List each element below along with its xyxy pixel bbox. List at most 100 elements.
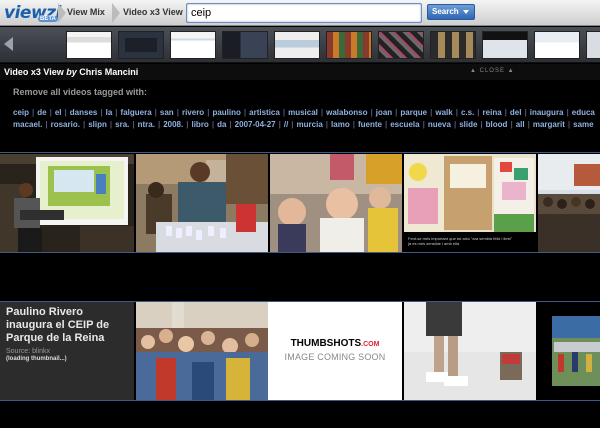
view-thumbnail[interactable]	[66, 31, 112, 59]
view-name: Video x3 View	[4, 67, 64, 77]
tag-link[interactable]: san	[160, 108, 174, 117]
tag-link[interactable]: all	[516, 120, 525, 129]
view-thumbnail[interactable]	[378, 31, 424, 59]
tag-link[interactable]: reina	[483, 108, 502, 117]
tag-link[interactable]: inaugura	[530, 108, 564, 117]
tag-link[interactable]: artistica	[249, 108, 280, 117]
tag-separator: |	[100, 108, 103, 117]
tag-link[interactable]: sra.	[115, 120, 129, 129]
tag-link[interactable]: del	[510, 108, 522, 117]
video-thumbnail[interactable]	[136, 154, 268, 252]
tag-separator: |	[157, 120, 161, 129]
tag-separator: |	[422, 120, 425, 129]
tag-separator: |	[370, 108, 373, 117]
tag-link[interactable]: paulino	[212, 108, 240, 117]
tag-separator: |	[49, 108, 52, 117]
tag-link[interactable]: el	[55, 108, 62, 117]
tag-separator: |	[352, 120, 355, 129]
tag-link[interactable]: blood	[486, 120, 508, 129]
tag-link[interactable]: fuente	[358, 120, 382, 129]
tag-separator: |	[64, 108, 67, 117]
view-author[interactable]: Chris Mancini	[79, 67, 138, 77]
tag-link[interactable]: falguera	[121, 108, 152, 117]
tag-link[interactable]: 2008.	[163, 120, 183, 129]
tag-link[interactable]: educa	[572, 108, 595, 117]
tag-separator: |	[453, 120, 457, 129]
tag-link[interactable]: musical	[288, 108, 318, 117]
nav-view-mix[interactable]: View Mix	[67, 7, 105, 17]
video-title[interactable]: Paulino Rivero inaugura el CEIP de Parqu…	[6, 306, 128, 345]
row-divider	[0, 252, 600, 253]
placeholder-brand-suffix: .COM	[361, 341, 380, 348]
tag-link[interactable]: parque	[400, 108, 427, 117]
tag-link[interactable]: walabonso	[326, 108, 367, 117]
view-thumbnail[interactable]	[326, 31, 372, 59]
view-thumbnail-strip	[0, 27, 600, 63]
video-thumbnail[interactable]	[538, 302, 600, 400]
tag-link[interactable]: walk	[435, 108, 452, 117]
tag-separator: |	[211, 120, 215, 129]
view-thumbnail[interactable]	[534, 31, 580, 59]
video-thumbnail[interactable]	[0, 154, 134, 252]
close-panel-button[interactable]: ▲ CLOSE ▲	[470, 68, 515, 74]
video-source: Source: blinkx	[6, 348, 50, 355]
tag-separator: |	[455, 108, 458, 117]
viewzi-logo[interactable]: viewzi BETA	[4, 2, 61, 24]
tag-separator: |	[291, 120, 294, 129]
view-thumbnail[interactable]	[586, 31, 600, 59]
search-button[interactable]: Search	[427, 4, 475, 20]
row-divider	[0, 152, 600, 153]
video-thumbnail[interactable]: Fent-se més important que tot això "ara …	[404, 154, 536, 252]
view-thumbnail[interactable]	[482, 31, 528, 59]
view-thumbnail[interactable]	[170, 31, 216, 59]
tag-link[interactable]: ntra.	[138, 120, 155, 129]
tag-link[interactable]: de	[37, 108, 46, 117]
tag-link[interactable]: rivero	[182, 108, 204, 117]
tag-separator: |	[278, 120, 281, 129]
view-thumbnail[interactable]	[118, 31, 164, 59]
video-thumbnail[interactable]	[538, 154, 600, 252]
search-input[interactable]	[186, 3, 422, 23]
tag-link[interactable]: margarit	[533, 120, 565, 129]
tag-separator: |	[504, 108, 507, 117]
tag-separator: |	[243, 108, 247, 117]
tag-separator: |	[527, 120, 530, 129]
nav-separator-icon	[112, 0, 122, 26]
tag-separator: |	[477, 108, 480, 117]
view-thumbnail[interactable]	[430, 31, 476, 59]
tag-link[interactable]: macael.	[13, 120, 42, 129]
thumbshots-logo: THUMBSHOTS.COM	[268, 338, 402, 349]
view-thumbnail[interactable]	[274, 31, 320, 59]
featured-video-info[interactable]: Paulino Rivero inaugura el CEIP de Parqu…	[0, 302, 134, 400]
tag-link[interactable]: slide	[459, 120, 477, 129]
tag-link[interactable]: danses	[70, 108, 98, 117]
view-thumbnail[interactable]	[222, 31, 268, 59]
scroll-left-icon[interactable]	[4, 37, 13, 51]
tag-link[interactable]: rosario.	[51, 120, 80, 129]
beta-badge: BETA	[38, 16, 58, 22]
tag-link[interactable]: murcia	[297, 120, 323, 129]
tags-heading: Remove all videos tagged with:	[13, 87, 148, 97]
chevron-down-icon[interactable]	[463, 10, 469, 14]
tag-link[interactable]: libro	[191, 120, 208, 129]
tag-link[interactable]: ceip	[13, 108, 29, 117]
video-thumbnail[interactable]	[404, 302, 536, 400]
tag-link[interactable]: slipn	[88, 120, 107, 129]
view-by: by	[66, 67, 77, 77]
tag-separator: |	[132, 120, 135, 129]
video-thumbnail[interactable]	[136, 302, 268, 400]
tag-link[interactable]: lamo	[331, 120, 350, 129]
video-row-1: Fent-se més important que tot això "ara …	[0, 154, 600, 252]
tag-separator: |	[154, 108, 157, 117]
nav-video-x3-view[interactable]: Video x3 View	[123, 7, 183, 17]
video-thumbnail[interactable]	[270, 154, 402, 252]
tag-link[interactable]: nueva	[428, 120, 451, 129]
tag-link[interactable]: joan	[376, 108, 392, 117]
tag-link[interactable]: 2007-04-27	[235, 120, 276, 129]
tag-separator: |	[109, 120, 113, 129]
tag-separator: |	[566, 108, 569, 117]
tag-link[interactable]: c.s.	[461, 108, 474, 117]
tag-separator: |	[384, 120, 388, 129]
tag-link[interactable]: escuela	[390, 120, 419, 129]
tag-link[interactable]: same	[573, 120, 593, 129]
